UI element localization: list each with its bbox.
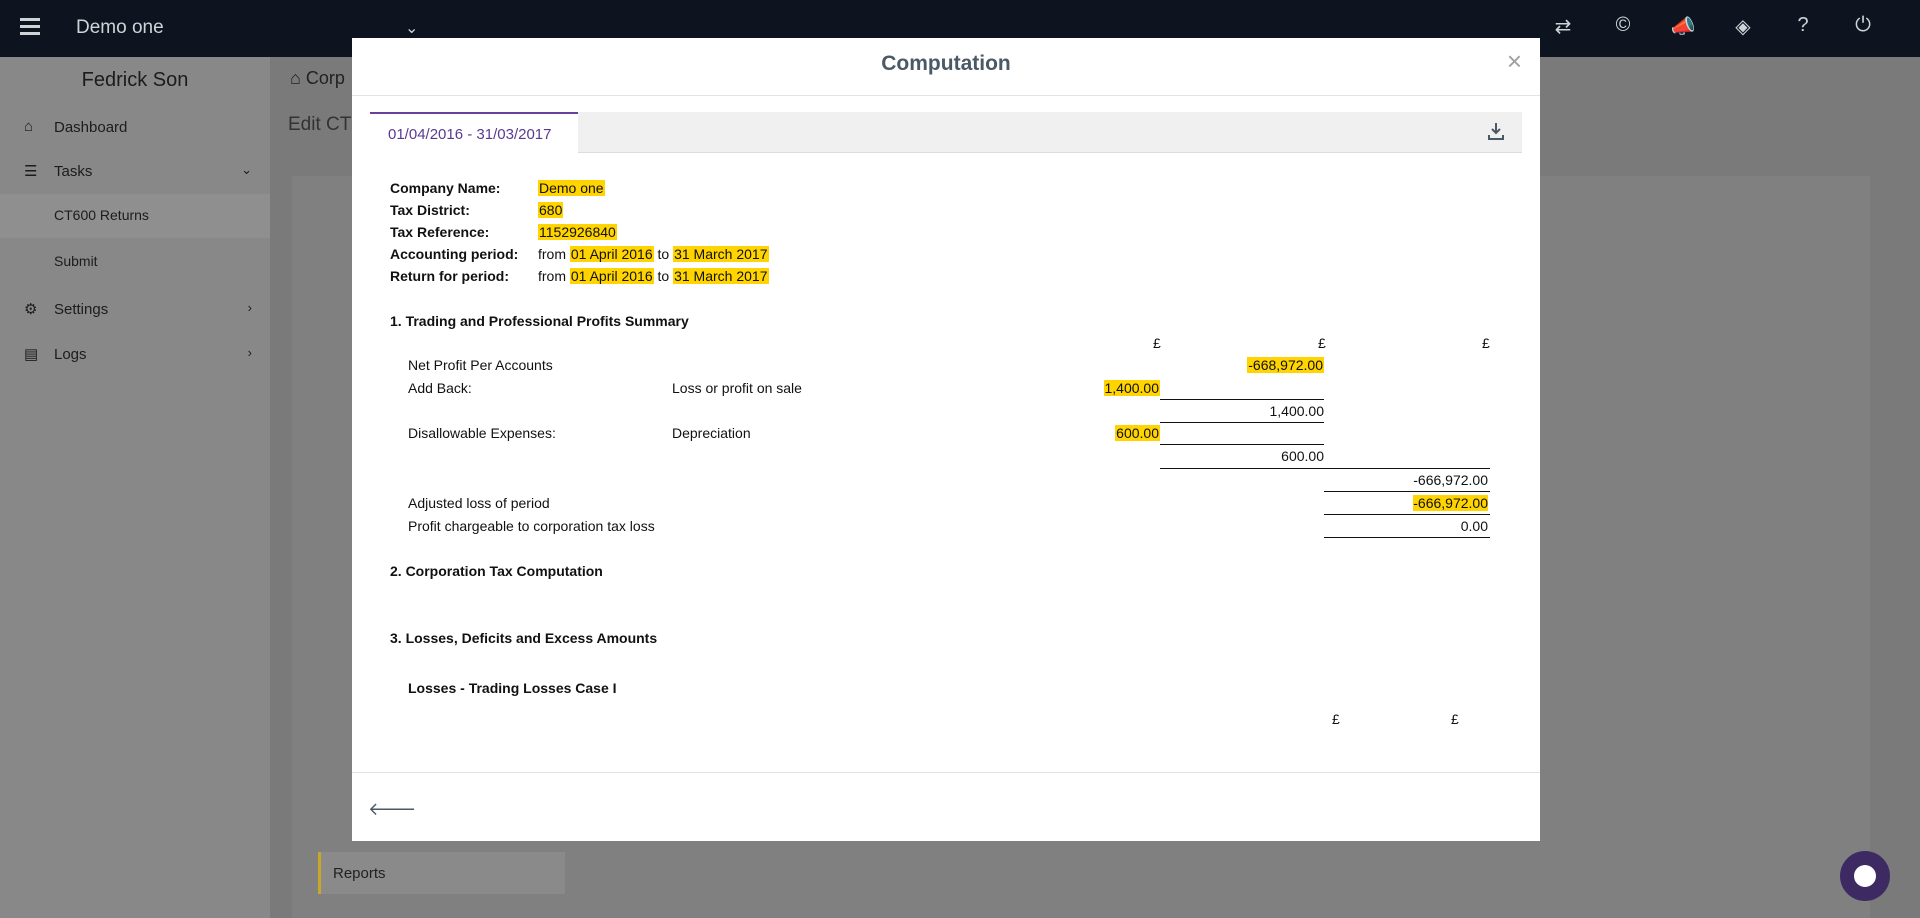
- download-icon[interactable]: [1488, 122, 1504, 140]
- modal-title: Computation: [881, 52, 1011, 75]
- reports-panel[interactable]: Reports: [318, 852, 565, 894]
- sidebar-item-dashboard[interactable]: ⌂ Dashboard: [0, 106, 270, 150]
- computation-modal: Computation × 01/04/2016 - 31/03/2017 Co…: [352, 38, 1540, 841]
- add-back-item: Loss or profit on sale: [672, 380, 802, 396]
- disallowable-total: 600.00: [1281, 448, 1324, 464]
- chevron-down-icon: ⌄: [241, 162, 252, 177]
- megaphone-icon[interactable]: 📣: [1668, 14, 1698, 39]
- disallowable-value: 600.00: [1115, 425, 1160, 441]
- company-name-label: Company Name:: [390, 180, 501, 196]
- back-arrow-icon[interactable]: 🡐: [368, 799, 416, 820]
- chat-icon: [1854, 865, 1876, 887]
- divider: [1160, 399, 1324, 400]
- menu-icon[interactable]: [20, 18, 40, 36]
- section-heading: 2. Corporation Tax Computation: [390, 563, 603, 579]
- divider: [1160, 468, 1490, 469]
- divider: [1324, 491, 1490, 492]
- tax-reference-value: 1152926840: [538, 224, 617, 240]
- sidebar-item-submit[interactable]: Submit: [0, 240, 270, 284]
- gear-icon: ⚙: [24, 301, 38, 318]
- sidebar-item-settings[interactable]: ⚙ Settings ›: [0, 288, 270, 332]
- power-icon[interactable]: ⏻: [1848, 14, 1878, 39]
- chevron-right-icon: ›: [247, 345, 252, 360]
- sidebar-item-logs[interactable]: ▤ Logs ›: [0, 333, 270, 377]
- home-icon: ⌂: [290, 68, 306, 88]
- currency-symbol: £: [1482, 335, 1490, 351]
- profit-chargeable-value: 0.00: [1460, 518, 1488, 534]
- page-title: Edit CT6: [288, 114, 362, 135]
- divider: [1324, 537, 1490, 538]
- period-tabs: 01/04/2016 - 31/03/2017: [370, 112, 1522, 154]
- home-icon: ⌂: [24, 118, 34, 135]
- sidebar: Fedrick Son ⌂ Dashboard ☰ Tasks ⌄ CT600 …: [0, 57, 270, 918]
- tasks-icon: ☰: [24, 163, 38, 180]
- sidebar-item-label: Settings: [54, 301, 109, 318]
- currency-symbol: £: [1153, 335, 1161, 351]
- breadcrumb[interactable]: ⌂ Corp: [290, 68, 345, 89]
- modal-footer: 🡐: [352, 772, 1540, 842]
- section-heading: 3. Losses, Deficits and Excess Amounts: [390, 630, 658, 646]
- disallowable-item: Depreciation: [672, 425, 751, 441]
- ticket-icon[interactable]: ◈: [1728, 14, 1758, 39]
- tab-period[interactable]: 01/04/2016 - 31/03/2017: [370, 112, 578, 154]
- net-profit-label: Net Profit Per Accounts: [408, 357, 553, 373]
- reports-label: Reports: [333, 865, 386, 882]
- profit-chargeable-label: Profit chargeable to corporation tax los…: [408, 518, 655, 534]
- add-back-value: 1,400.00: [1103, 380, 1160, 396]
- sidebar-item-label: CT600 Returns: [54, 207, 149, 223]
- tax-district-label: Tax District:: [390, 202, 470, 218]
- divider: [1160, 422, 1324, 423]
- computation-document: Company Name: Demo one Tax District: 680…: [370, 153, 1522, 753]
- return-period-label: Return for period:: [390, 268, 509, 284]
- chevron-right-icon: ›: [247, 300, 252, 315]
- modal-header: Computation ×: [352, 38, 1540, 96]
- currency-symbol: £: [1318, 335, 1326, 351]
- currency-symbol: £: [1332, 711, 1340, 727]
- disallowable-label: Disallowable Expenses:: [408, 425, 556, 441]
- sidebar-item-label: Submit: [54, 253, 98, 269]
- sidebar-item-label: Dashboard: [54, 119, 128, 136]
- add-back-total: 1,400.00: [1269, 403, 1325, 419]
- divider: [1324, 514, 1490, 515]
- company-name-value: Demo one: [538, 180, 605, 196]
- accounting-period-value: from 01 April 2016 to 31 March 2017: [538, 246, 769, 262]
- tab-label: 01/04/2016 - 31/03/2017: [388, 126, 552, 143]
- tax-reference-label: Tax Reference:: [390, 224, 490, 240]
- copyright-icon[interactable]: ©: [1608, 14, 1638, 39]
- tax-district-value: 680: [538, 202, 564, 218]
- switch-icon[interactable]: ⇄: [1548, 14, 1578, 39]
- file-icon: ▤: [24, 346, 39, 363]
- sidebar-item-tasks[interactable]: ☰ Tasks ⌄: [0, 150, 270, 194]
- chat-button[interactable]: [1840, 851, 1890, 901]
- sidebar-item-ct600-returns[interactable]: CT600 Returns: [0, 194, 270, 238]
- net-profit-value: -668,972.00: [1247, 357, 1324, 373]
- user-name: Fedrick Son: [81, 69, 189, 91]
- currency-symbol: £: [1451, 711, 1459, 727]
- adjusted-loss-value: -666,972.00: [1413, 495, 1488, 511]
- divider: [1160, 444, 1324, 445]
- adjusted-loss-label: Adjusted loss of period: [408, 495, 550, 511]
- help-icon[interactable]: ?: [1788, 14, 1818, 39]
- company-selector[interactable]: Demo one: [76, 17, 164, 39]
- section-heading: 1. Trading and Professional Profits Summ…: [390, 313, 689, 329]
- sub-heading: Losses - Trading Losses Case I: [408, 680, 617, 696]
- accounting-period-label: Accounting period:: [390, 246, 519, 262]
- sidebar-item-label: Logs: [54, 346, 87, 363]
- sidebar-item-label: Tasks: [54, 163, 93, 180]
- subtotal-value: -666,972.00: [1413, 472, 1488, 488]
- return-period-value: from 01 April 2016 to 31 March 2017: [538, 268, 769, 284]
- chevron-down-icon[interactable]: ⌄: [405, 18, 418, 38]
- close-icon[interactable]: ×: [1507, 46, 1522, 77]
- add-back-label: Add Back:: [408, 380, 472, 396]
